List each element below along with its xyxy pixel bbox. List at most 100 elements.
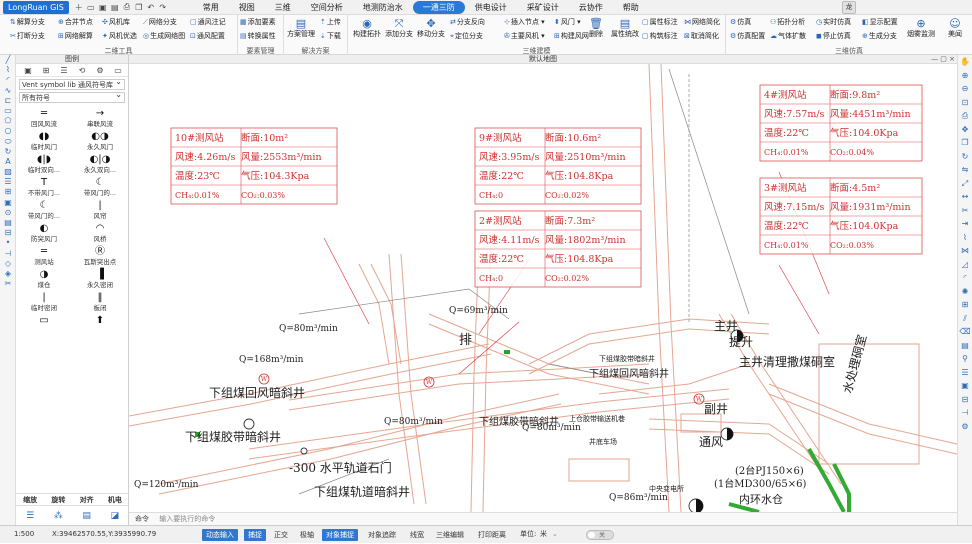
tab-cloud[interactable]: 云协作 (569, 1, 613, 14)
legend-symbol[interactable]: ☾ 带风门的... (16, 199, 72, 222)
open-folder-icon[interactable]: ▭ (85, 2, 97, 13)
explode-icon[interactable]: ✺ (958, 285, 972, 299)
legend-symbol[interactable]: ⬆ (72, 314, 128, 337)
grid-icon[interactable]: ⊟ (0, 228, 16, 238)
trim-icon[interactable]: ✂ (958, 204, 972, 218)
symbol-library-select[interactable]: Vent symbol lib 通风符号库 (19, 79, 125, 90)
ribbon-button[interactable]: ⋈网络简化 (684, 17, 720, 28)
ribbon-button[interactable]: ✇主要风机 ▾ (504, 31, 545, 42)
ribbon-button[interactable]: ⊕合并节点 (58, 17, 93, 28)
ribbon-button[interactable]: ⇄分支反向 (450, 17, 485, 28)
dimension-icon[interactable]: ⊏ (0, 96, 16, 106)
canvas-tab-label[interactable]: 默认地图 (529, 55, 557, 63)
ribbon-button[interactable]: ◎生成网络图 (143, 31, 185, 42)
unit-select[interactable]: 米 (540, 526, 547, 543)
extend-icon[interactable]: ⇥ (958, 217, 972, 231)
upload-button[interactable]: ⇡上传 (320, 17, 341, 28)
legend-symbol[interactable]: | 临时密闭 (16, 291, 72, 314)
ribbon-button[interactable]: ⊠取消简化 (684, 31, 719, 42)
arc-icon[interactable]: ◜ (0, 75, 16, 85)
legend-symbol[interactable]: ◖|◗ 临时双向... (16, 153, 72, 176)
polar-toggle[interactable]: 极轴 (296, 529, 318, 541)
legend-symbol[interactable]: ◠ 风桥 (72, 222, 128, 245)
app-name[interactable]: LongRuan GIS (3, 0, 69, 14)
undo-icon[interactable]: ↶ (145, 2, 157, 13)
save-icon[interactable]: ▣ (97, 2, 109, 13)
tag-icon[interactable]: ◇ (0, 259, 16, 269)
snap-toggle[interactable]: 捕捉 (244, 529, 266, 541)
line-icon[interactable]: ╱ (0, 55, 16, 65)
line-width-toggle[interactable]: 线宽 (406, 529, 428, 541)
ribbon-button[interactable]: ▢通风注记 (190, 17, 226, 28)
symbol-category-select[interactable]: 所有符号 (19, 92, 125, 103)
tab-survey-water[interactable]: 地测防治水 (353, 1, 413, 14)
solution-manage-button[interactable]: ▤ 方案管理 (286, 17, 316, 39)
rotate-icon[interactable]: ↻ (0, 147, 16, 157)
join-icon[interactable]: ⋈ (958, 244, 972, 258)
properties-icon[interactable]: ▤ (73, 511, 101, 521)
array-icon[interactable]: ⊞ (958, 298, 972, 312)
tab-common[interactable]: 常用 (193, 1, 229, 14)
scale-display[interactable]: 1:500 (14, 526, 34, 543)
ribbon-button[interactable]: ⊡通风配置 (190, 31, 225, 42)
download-button[interactable]: ⇣下载 (320, 31, 341, 42)
pin-icon[interactable]: ⊙ (0, 208, 16, 218)
rotate-tab[interactable]: 旋转 (44, 494, 72, 505)
measure-icon[interactable]: ⊣ (958, 406, 972, 420)
chamfer-icon[interactable]: ◿ (958, 258, 972, 272)
ribbon-button[interactable]: ✦风机优选 (102, 31, 137, 42)
map-canvas[interactable]: 默认地图 — ▢ × W W W 10#测风站 断面:10m² 风速:4.26m… (129, 55, 957, 512)
ribbon-button[interactable]: ⊞网络解算 (58, 31, 93, 42)
object-track-toggle[interactable]: 对象追踪 (364, 529, 400, 541)
legend-symbol[interactable]: T 不带风门... (16, 176, 72, 199)
station-table[interactable]: 2#测风站 断面:7.3m² 风速:4.11m/s 风量:1802m³/min 温度:2… (474, 210, 642, 288)
list-view-icon[interactable]: ☰ (55, 66, 73, 75)
ellipse-icon[interactable]: ⬭ (0, 137, 16, 147)
image-icon[interactable]: ▣ (19, 66, 37, 75)
ribbon-button[interactable]: ▦添加要素 (240, 17, 276, 28)
circle-icon[interactable]: ○ (0, 126, 16, 136)
legend-symbol[interactable]: → 串联风流 (72, 107, 128, 130)
ribbon-button[interactable]: ▤转换属性 (240, 31, 276, 42)
station-table[interactable]: 3#测风站 断面:4.5m² 风速:7.15m/s 风量:1931m³/min 温度:2… (759, 177, 923, 255)
scale-icon[interactable]: ⤢ (958, 177, 972, 191)
command-input[interactable]: 输入要执行的命令 (159, 515, 215, 523)
ribbon-button[interactable]: ▢构筑标注 (642, 31, 678, 42)
folder-icon[interactable]: ▭ (109, 66, 127, 75)
zoom-extent-icon[interactable]: ⊡ (958, 96, 972, 110)
polyline-icon[interactable]: ⌇ (0, 65, 16, 75)
window-controls[interactable]: — ▢ × (931, 55, 955, 64)
print-distance-toggle[interactable]: 打印距离 (474, 529, 510, 541)
copy-icon[interactable]: ❐ (133, 2, 145, 13)
move-branch-button[interactable]: ✥ 移动分支 (416, 17, 446, 39)
chevron-down-icon[interactable]: ⌄ (552, 526, 558, 543)
block-icon[interactable]: ▣ (0, 198, 16, 208)
avatar[interactable]: 龙 (842, 1, 856, 14)
ribbon-button[interactable]: ✂打断分支 (10, 31, 45, 42)
refresh-icon[interactable]: ⟲ (73, 66, 91, 75)
ortho-toggle[interactable]: 正交 (270, 529, 292, 541)
node-icon[interactable]: ◈ (0, 269, 16, 279)
hatch-icon[interactable]: ▨ (0, 167, 16, 177)
settings-icon[interactable]: ⚙ (91, 66, 109, 75)
legend-symbol[interactable]: ◐|◑ 永久双向... (72, 153, 128, 176)
legend-symbol[interactable]: ◐◑ 永久风门 (72, 130, 128, 153)
ribbon-button[interactable]: ⟋网络分支 (143, 17, 177, 28)
text-icon[interactable]: A (0, 157, 16, 167)
point-icon[interactable]: • (0, 238, 16, 248)
layer-icon[interactable]: ☰ (958, 366, 972, 380)
tab-ventilation[interactable]: 一通三防 (412, 0, 465, 14)
redo-icon[interactable]: ↷ (157, 2, 169, 13)
properties-icon[interactable]: ▤ (958, 339, 972, 353)
save-as-icon[interactable]: ▤ (109, 2, 121, 13)
legend-symbol[interactable]: ═ 测风站 (16, 245, 72, 268)
build-topology-button[interactable]: ◉ 构建拓扑 (352, 17, 382, 39)
erase-icon[interactable]: ⌫ (958, 325, 972, 339)
grid-view-icon[interactable]: ⊞ (37, 66, 55, 75)
tab-spatial-analysis[interactable]: 空间分析 (301, 1, 353, 14)
legend-symbol[interactable]: ◖◗ 临时风门 (16, 130, 72, 153)
cut-icon[interactable]: ✂ (0, 279, 16, 289)
tab-mining[interactable]: 采矿设计 (517, 1, 569, 14)
station-table[interactable]: 4#测风站 断面:9.8m² 风速:7.57m/s 风量:4451m³/min 温度:2… (759, 84, 923, 162)
add-branch-button[interactable]: ⤧ 添加分支 (384, 17, 414, 39)
